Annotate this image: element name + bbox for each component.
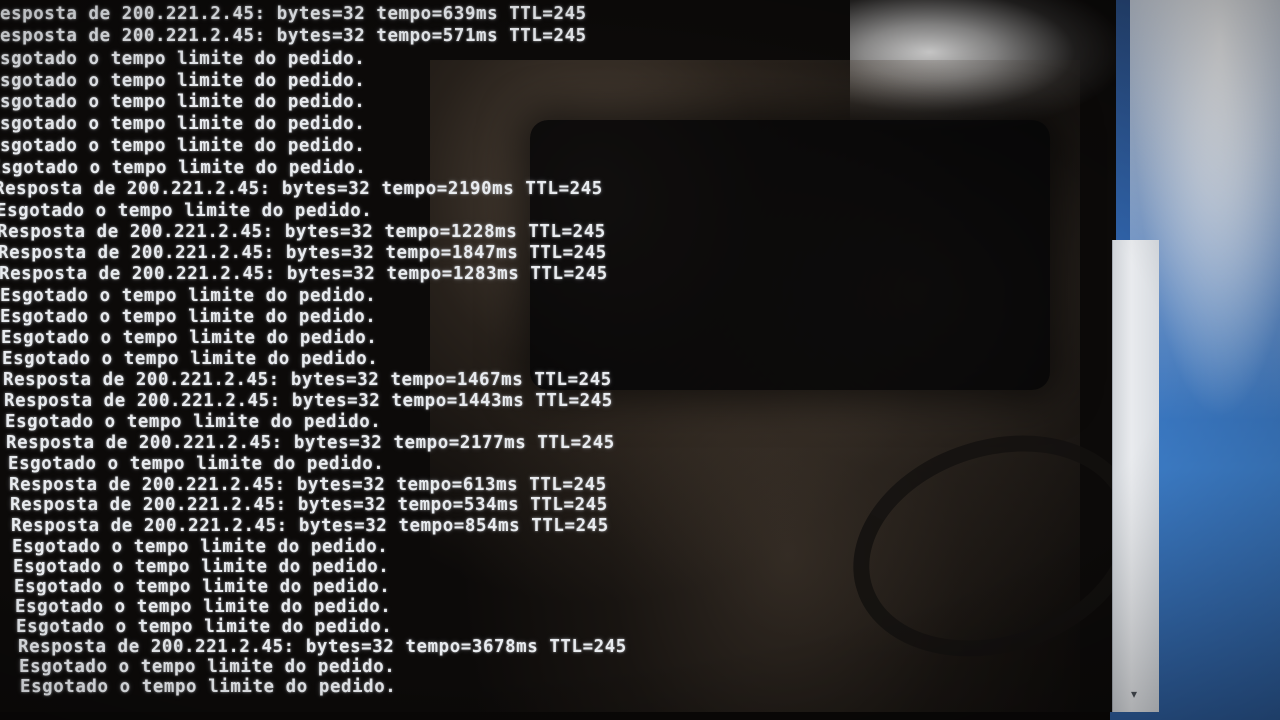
console-line: Resposta de 200.221.2.45: bytes=32 tempo… <box>18 637 627 657</box>
console-line: Resposta de 200.221.2.45: bytes=32 tempo… <box>0 222 606 242</box>
console-line: Resposta de 200.221.2.45: bytes=32 tempo… <box>4 391 613 411</box>
ping-output: esposta de 200.221.2.45: bytes=32 tempo=… <box>0 0 626 697</box>
console-line: esposta de 200.221.2.45: bytes=32 tempo=… <box>0 26 587 46</box>
console-line: sgotado o tempo limite do pedido. <box>0 49 366 69</box>
console-line: Esgotado o tempo limite do pedido. <box>15 597 392 617</box>
console-line: sgotado o tempo limite do pedido. <box>0 136 366 156</box>
console-line: sgotado o tempo limite do pedido. <box>0 114 366 134</box>
console-line: sgotado o tempo limite do pedido. <box>0 71 366 91</box>
console-line: Resposta de 200.221.2.45: bytes=32 tempo… <box>0 179 603 199</box>
console-line: Esgotado o tempo limite do pedido. <box>0 286 377 306</box>
console-line: Esgotado o tempo limite do pedido. <box>1 328 378 348</box>
console-line: Esgotado o tempo limite do pedido. <box>13 557 390 577</box>
console-line: Resposta de 200.221.2.45: bytes=32 tempo… <box>11 516 609 536</box>
console-line: Esgotado o tempo limite do pedido. <box>0 201 373 221</box>
phone-reflection <box>530 120 1050 390</box>
vertical-scrollbar[interactable] <box>1112 240 1159 712</box>
photo-of-screen: esposta de 200.221.2.45: bytes=32 tempo=… <box>0 0 1280 720</box>
console-line: Esgotado o tempo limite do pedido. <box>2 349 379 369</box>
console-line: Resposta de 200.221.2.45: bytes=32 tempo… <box>3 370 612 390</box>
console-line: Resposta de 200.221.2.45: bytes=32 tempo… <box>0 243 607 263</box>
console-line: Esgotado o tempo limite do pedido. <box>0 158 367 178</box>
console-line: Esgotado o tempo limite do pedido. <box>14 577 391 597</box>
console-line: Resposta de 200.221.2.45: bytes=32 tempo… <box>6 433 615 453</box>
console-line: Esgotado o tempo limite do pedido. <box>16 617 393 637</box>
console-line: Resposta de 200.221.2.45: bytes=32 tempo… <box>10 495 608 515</box>
console-line: Resposta de 200.221.2.45: bytes=32 tempo… <box>9 475 607 495</box>
command-prompt-window[interactable]: esposta de 200.221.2.45: bytes=32 tempo=… <box>0 0 1116 712</box>
console-line: sgotado o tempo limite do pedido. <box>0 92 366 112</box>
console-line: Resposta de 200.221.2.45: bytes=32 tempo… <box>0 264 608 284</box>
console-line: Esgotado o tempo limite do pedido. <box>5 412 382 432</box>
console-line: esposta de 200.221.2.45: bytes=32 tempo=… <box>0 4 587 24</box>
scroll-down-arrow-icon[interactable]: ▾ <box>1122 684 1146 704</box>
console-line: Esgotado o tempo limite do pedido. <box>8 454 385 474</box>
console-line: Esgotado o tempo limite do pedido. <box>12 537 389 557</box>
console-line: Esgotado o tempo limite do pedido. <box>20 677 397 697</box>
console-line: Esgotado o tempo limite do pedido. <box>19 657 396 677</box>
console-line: Esgotado o tempo limite do pedido. <box>0 307 377 327</box>
